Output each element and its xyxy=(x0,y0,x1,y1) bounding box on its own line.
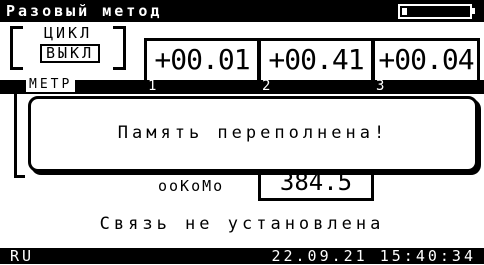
dialog-message: Память переполнена! xyxy=(117,123,389,143)
channel-2-number: 2 xyxy=(262,78,271,94)
bracket-left-icon xyxy=(10,26,23,70)
channel-2-value[interactable]: +00.41 xyxy=(258,38,374,84)
channel-1-value[interactable]: +00.01 xyxy=(144,38,260,84)
language-indicator: RU xyxy=(10,247,35,265)
meters-bracket-icon xyxy=(14,86,25,178)
battery-level xyxy=(402,8,407,15)
channel-1-number: 1 xyxy=(148,78,157,94)
lower-value-label: ооКоМо xyxy=(158,177,225,195)
mode-single-label[interactable]: ВЫКЛ xyxy=(40,44,101,63)
meters-label: МЕТР xyxy=(26,78,76,92)
mode-toggle[interactable]: ЦИКЛ ВЫКЛ xyxy=(10,26,126,70)
channel-3-number: 3 xyxy=(376,78,385,94)
lower-value[interactable]: 384.5 xyxy=(258,170,374,201)
battery-icon xyxy=(398,4,472,19)
status-bar: RU 22.09.21 15:40:34 xyxy=(0,248,484,264)
connection-status: Связь не установлена xyxy=(99,214,385,234)
window-title: Разовый метод xyxy=(6,2,163,20)
channel-3-value[interactable]: +00.04 xyxy=(372,38,480,84)
datetime: 22.09.21 15:40:34 xyxy=(271,247,476,265)
title-bar: Разовый метод xyxy=(0,0,484,22)
mode-cycle-label[interactable]: ЦИКЛ xyxy=(44,26,92,41)
overflow-dialog[interactable]: Память переполнена! xyxy=(28,96,478,172)
battery-terminal xyxy=(472,8,475,14)
bracket-right-icon xyxy=(113,26,126,70)
